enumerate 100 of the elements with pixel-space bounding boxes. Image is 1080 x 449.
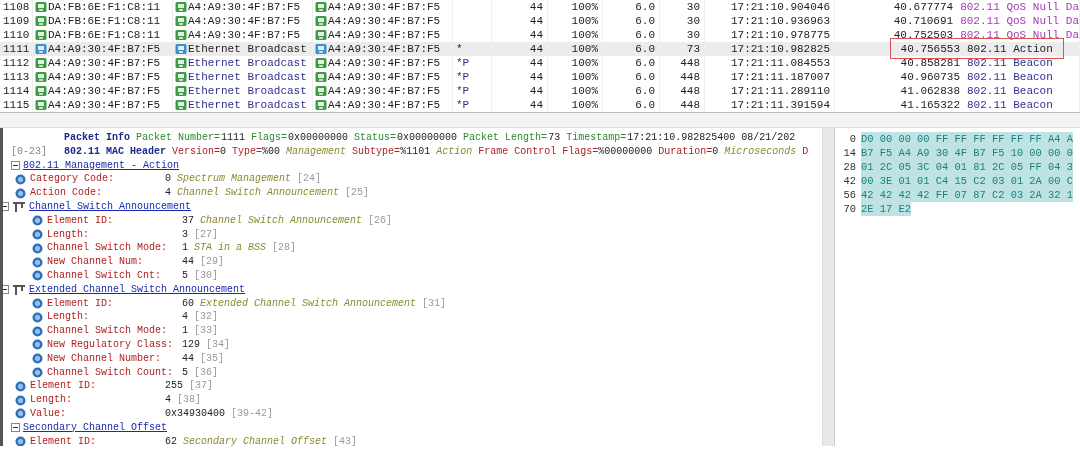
byte-offset: [43] xyxy=(333,434,358,446)
field-value: 44 xyxy=(182,351,195,366)
byte-offset: [37] xyxy=(189,379,214,394)
network-node-icon xyxy=(175,15,187,27)
network-node-icon xyxy=(35,15,47,27)
field-name: Status= xyxy=(354,131,397,145)
network-node-icon xyxy=(35,29,47,41)
timestamp: 17:21:11.391594 xyxy=(730,99,830,111)
section-title: Extended Channel Switch Announcement xyxy=(29,282,246,297)
field-icon xyxy=(15,173,26,185)
field-meaning: Spectrum Management xyxy=(177,172,292,187)
packet-row[interactable]: 1112 A4:A9:30:4F:B7:F5 Ethernet Broadcast A4:A9:30:4F:B7:F5 *P 44 100% 6.0 448 17:21:11.084553 40.858281 802.11 Beacon xyxy=(0,56,1080,70)
packet-row[interactable]: 1113 A4:A9:30:4F:B7:F5 Ethernet Broadcast A4:A9:30:4F:B7:F5 *P 44 100% 6.0 448 17:21:11.187007 40.960735 802.11 Beacon xyxy=(0,70,1080,84)
network-node-icon xyxy=(35,43,47,55)
signal-value: 100% xyxy=(571,43,598,55)
byte-offset: [29] xyxy=(200,255,225,269)
field-icon xyxy=(15,380,26,392)
protocol-name: 802.11 Beacon xyxy=(966,84,1053,98)
packet-number: 1113 xyxy=(0,70,33,84)
field-name: Frame Control Flags= xyxy=(478,144,599,159)
field-icon xyxy=(32,325,43,337)
field-name: D xyxy=(802,144,809,159)
relative-time: 40.677774 xyxy=(893,1,954,13)
channel-value: 44 xyxy=(529,99,543,111)
byte-offset: [35] xyxy=(200,351,225,366)
field-name: Version= xyxy=(172,144,221,159)
packet-flags: *P xyxy=(456,57,470,69)
bssid-address: A4:A9:30:4F:B7:F5 xyxy=(328,56,441,70)
bssid-address: A4:A9:30:4F:B7:F5 xyxy=(328,98,441,112)
section-title: Secondary Channel Offset xyxy=(23,420,168,435)
field-value: 17:21:10.982825400 08/21/202 xyxy=(627,131,796,145)
field-icon xyxy=(32,297,43,309)
protocol-name: 802.11 Beacon xyxy=(966,70,1053,84)
source-address: DA:FB:6E:F1:C8:11 xyxy=(48,14,161,28)
field-value: 37 xyxy=(182,213,195,228)
hex-offset: 28 xyxy=(842,160,857,174)
vertical-scrollbar[interactable] xyxy=(822,128,834,446)
network-node-icon xyxy=(175,1,187,13)
destination-address: Ethernet Broadcast xyxy=(188,70,307,84)
bssid-address: A4:A9:30:4F:B7:F5 xyxy=(328,70,441,84)
field-meaning: Microseconds xyxy=(724,144,797,159)
field-meaning: Secondary Channel Offset xyxy=(183,434,328,446)
field-label: New Regulatory Class: xyxy=(47,337,175,352)
packet-row[interactable]: 1108 DA:FB:6E:F1:C8:11 A4:A9:30:4F:B7:F5 A4:A9:30:4F:B7:F5 44 100% 6.0 30 17:21:10.904046 40.677774 802.11 QoS Null Da xyxy=(0,0,1080,14)
collapse-icon[interactable] xyxy=(3,285,9,295)
packet-size: 30 xyxy=(686,29,700,41)
data-rate: 6.0 xyxy=(635,99,655,111)
collapse-icon[interactable] xyxy=(11,423,20,433)
network-node-icon xyxy=(175,43,187,55)
packet-size: 30 xyxy=(686,1,700,13)
collapse-icon[interactable] xyxy=(3,202,9,212)
hex-bytes: 42 42 42 42 FF 07 87 C2 03 2A 32 1 xyxy=(861,188,1073,202)
field-icon xyxy=(32,228,43,240)
decode-title: 802.11 MAC Header xyxy=(64,144,167,159)
field-icon xyxy=(32,256,43,268)
field-name: Subtype= xyxy=(352,144,401,159)
timestamp: 17:21:11.084553 xyxy=(730,57,830,69)
horizontal-scrollbar[interactable] xyxy=(0,112,1080,128)
signal-value: 100% xyxy=(571,71,598,83)
channel-value: 44 xyxy=(529,1,543,13)
packet-size: 448 xyxy=(680,57,700,69)
data-rate: 6.0 xyxy=(635,57,655,69)
channel-value: 44 xyxy=(529,43,543,55)
packet-size: 73 xyxy=(686,43,700,55)
field-label: Element ID: xyxy=(30,379,97,394)
network-node-icon xyxy=(175,85,187,97)
field-meaning: Channel Switch Announcement xyxy=(200,213,363,228)
packet-row[interactable]: 1114 A4:A9:30:4F:B7:F5 Ethernet Broadcast A4:A9:30:4F:B7:F5 *P 44 100% 6.0 448 17:21:11.289110 41.062838 802.11 Beacon xyxy=(0,84,1080,98)
field-label: Length: xyxy=(47,310,90,325)
protocol-name: 802.11 QoS Null Da xyxy=(959,14,1079,28)
byte-range: [0-23] xyxy=(11,145,47,157)
relative-time: 41.165322 xyxy=(900,99,960,111)
field-icon xyxy=(32,339,43,351)
field-label: Channel Switch Mode: xyxy=(47,241,169,256)
network-node-icon xyxy=(315,29,327,41)
field-value: 4 xyxy=(165,393,172,407)
field-label: Value: xyxy=(30,406,67,421)
field-value: 62 xyxy=(165,434,178,446)
field-label: Category Code: xyxy=(30,172,115,187)
byte-offset: [25] xyxy=(345,186,370,200)
timestamp: 17:21:10.978775 xyxy=(730,29,830,41)
packet-size: 448 xyxy=(680,85,700,97)
field-value: 129 xyxy=(182,337,201,352)
packet-flags: *P xyxy=(456,71,470,83)
field-meaning: Action xyxy=(436,144,473,159)
field-name: Type= xyxy=(232,144,263,159)
byte-offset: [33] xyxy=(194,324,219,338)
data-rate: 6.0 xyxy=(635,1,655,13)
channel-value: 44 xyxy=(529,15,543,27)
packet-row[interactable]: 1109 DA:FB:6E:F1:C8:11 A4:A9:30:4F:B7:F5 A4:A9:30:4F:B7:F5 44 100% 6.0 30 17:21:10.936963 40.710691 802.11 QoS Null Da xyxy=(0,14,1080,28)
destination-address: Ethernet Broadcast xyxy=(188,56,307,70)
collapse-icon[interactable] xyxy=(11,161,20,170)
byte-offset: [34] xyxy=(206,337,231,352)
field-name: Packet Length= xyxy=(463,131,548,145)
field-value: 5 xyxy=(182,268,189,283)
byte-offset: [38] xyxy=(177,393,202,407)
field-icon xyxy=(32,353,43,365)
relative-time: 40.752503 xyxy=(893,29,954,41)
decode-title: Packet Info xyxy=(64,131,130,145)
source-address: DA:FB:6E:F1:C8:11 xyxy=(48,28,161,42)
